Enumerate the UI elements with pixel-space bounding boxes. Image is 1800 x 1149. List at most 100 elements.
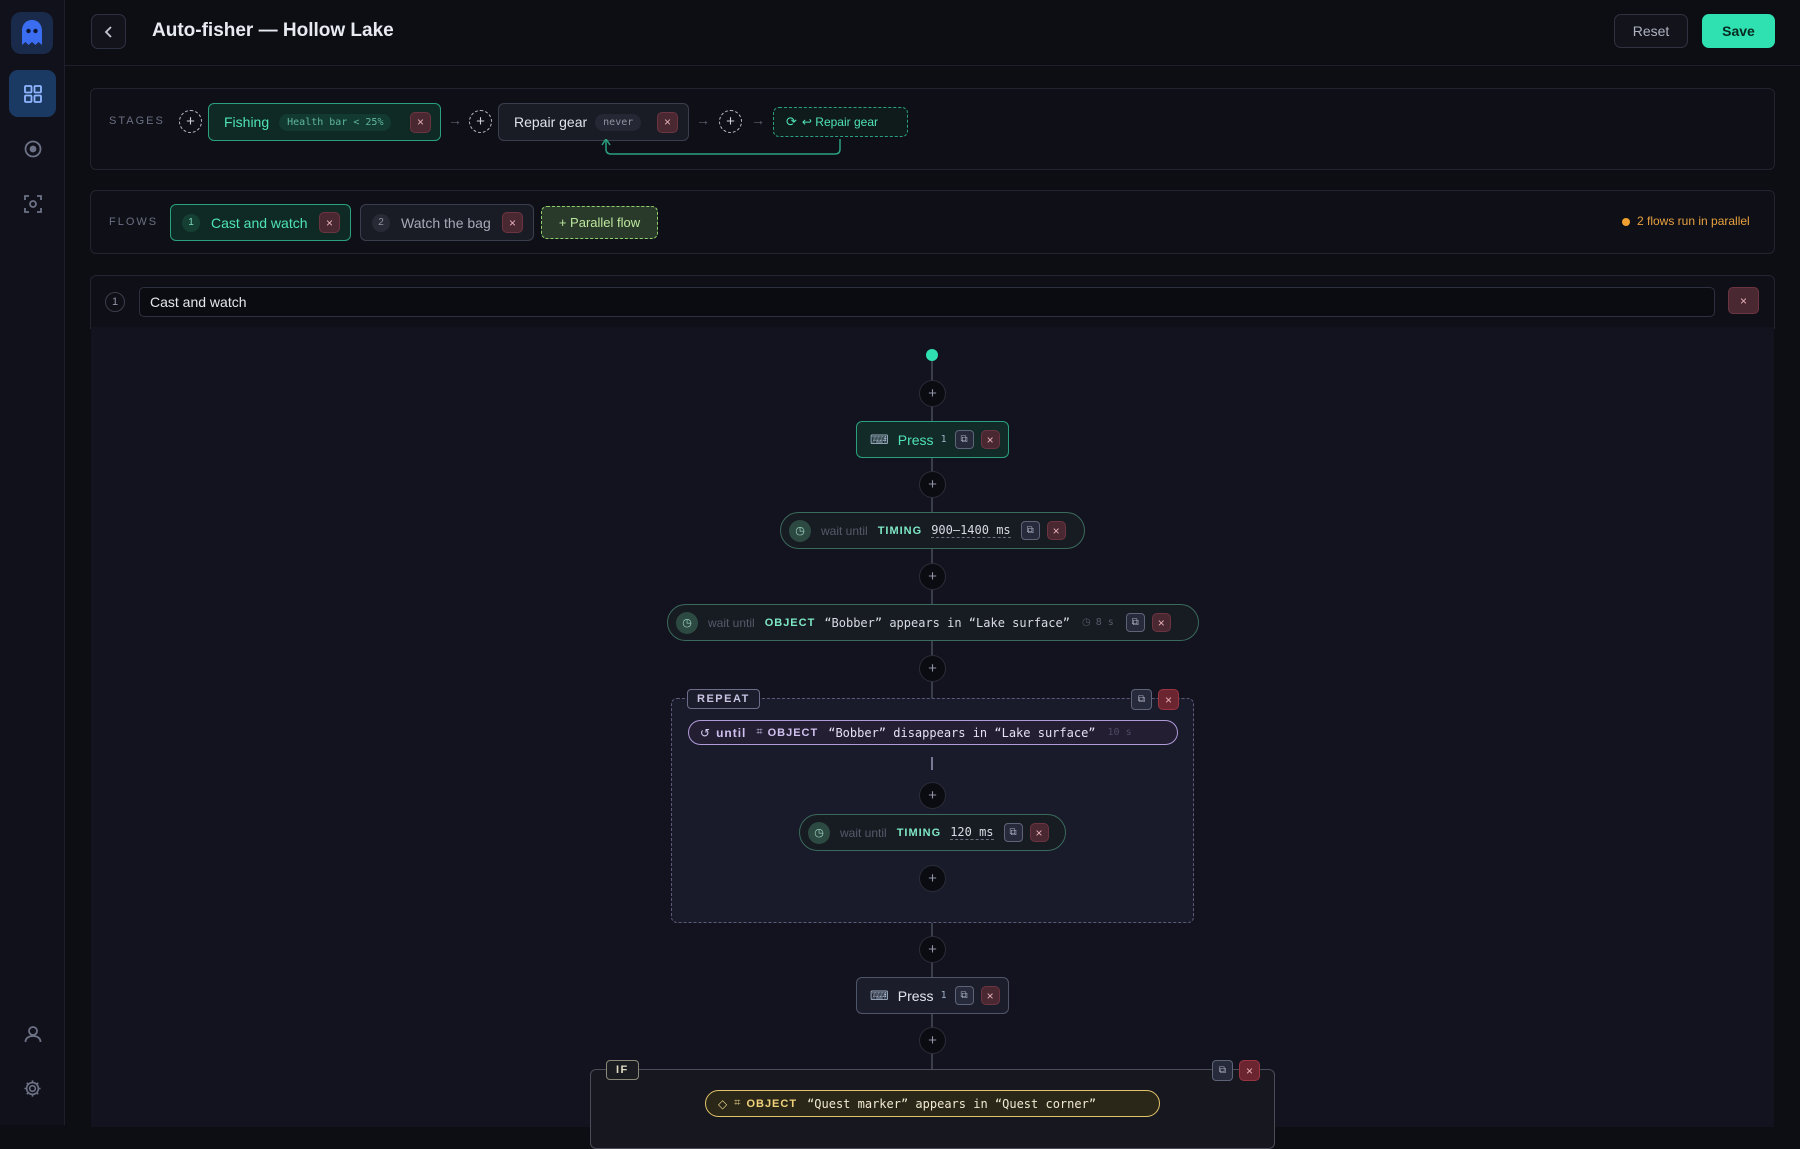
- object-condition-text: “Bobber” disappears in “Lake surface”: [828, 725, 1096, 740]
- top-header: Auto-fisher — Hollow Lake Reset Save: [65, 0, 1800, 66]
- remove-block-button[interactable]: ×: [1158, 689, 1179, 710]
- repeat-label: REPEAT: [687, 689, 760, 709]
- flow-index-badge: 2: [372, 213, 390, 232]
- press-count: 1: [940, 434, 947, 445]
- timeout-value: 10 s: [1107, 727, 1132, 738]
- remove-step-button[interactable]: ×: [980, 986, 1000, 1005]
- timing-value[interactable]: 120 ms: [950, 825, 994, 840]
- insert-step-button[interactable]: +: [919, 655, 946, 682]
- duplicate-icon[interactable]: ⧉: [1003, 823, 1023, 842]
- until-keyword: until: [716, 725, 747, 740]
- scan-frame-icon: ⌗: [756, 726, 763, 738]
- wait-timing-node[interactable]: ◷ wait until TIMING 900–1400 ms ⧉ ×: [780, 512, 1085, 549]
- press-step-node[interactable]: ⌨ Press 1 ⧉ ×: [856, 421, 1009, 458]
- remove-block-button[interactable]: ×: [1239, 1060, 1260, 1081]
- stage-name: Fishing: [224, 114, 270, 130]
- parallel-status-text: 2 flows run in parallel: [1637, 214, 1750, 228]
- dashboard-grid-icon[interactable]: [9, 70, 56, 117]
- flow-index-badge: 1: [105, 292, 125, 312]
- keyboard-icon: ⌨: [870, 431, 889, 447]
- condition-kind: TIMING: [877, 524, 923, 537]
- duplicate-icon[interactable]: ⧉: [954, 986, 974, 1005]
- step-label: Press: [897, 987, 934, 1004]
- arrow-right-icon: →: [751, 112, 765, 128]
- remove-step-button[interactable]: ×: [980, 430, 1000, 449]
- chevron-left-icon: [104, 25, 112, 38]
- reset-button[interactable]: Reset: [1614, 14, 1688, 48]
- remove-step-button[interactable]: ×: [1029, 823, 1049, 842]
- flow-start-dot: [926, 349, 938, 361]
- flow-name: Watch the bag: [401, 214, 491, 231]
- flow-tab-watch-the-bag[interactable]: 2 Watch the bag ×: [360, 204, 534, 241]
- flow-name: Cast and watch: [211, 214, 308, 231]
- duplicate-icon[interactable]: ⧉: [1125, 613, 1145, 632]
- loop-connector: [601, 139, 841, 155]
- insert-step-button[interactable]: +: [919, 865, 946, 892]
- press-step-node[interactable]: ⌨ Press 1 ⧉ ×: [856, 977, 1009, 1014]
- add-stage-between-button[interactable]: +: [469, 110, 492, 133]
- condition-kind: OBJECT: [746, 1097, 798, 1110]
- user-icon[interactable]: [9, 1010, 56, 1057]
- stage-name: Repair gear: [514, 114, 588, 130]
- remove-flow-button[interactable]: ×: [502, 212, 523, 233]
- condition-kind: OBJECT: [767, 726, 819, 739]
- insert-step-button[interactable]: +: [919, 1027, 946, 1054]
- duplicate-icon[interactable]: ⧉: [1131, 689, 1152, 710]
- repeat-connector-line: [931, 757, 933, 770]
- scan-frame-icon[interactable]: [9, 180, 56, 227]
- wait-object-node[interactable]: ◷ wait until OBJECT “Bobber” appears in …: [667, 604, 1199, 641]
- delete-flow-button[interactable]: ×: [1728, 287, 1759, 314]
- back-button[interactable]: [91, 14, 126, 49]
- insert-step-button[interactable]: +: [919, 380, 946, 407]
- press-count: 1: [940, 990, 947, 1001]
- stage-condition-badge: never: [595, 113, 642, 131]
- parallel-status-dot: [1622, 218, 1630, 226]
- step-label: Press: [897, 431, 934, 448]
- duplicate-icon[interactable]: ⧉: [954, 430, 974, 449]
- duplicate-icon[interactable]: ⧉: [1212, 1060, 1233, 1081]
- wait-prefix: wait until: [821, 523, 868, 538]
- condition-kind: OBJECT: [764, 616, 816, 629]
- object-condition-text: “Quest marker” appears in “Quest corner”: [807, 1096, 1097, 1111]
- duplicate-icon[interactable]: ⧉: [1020, 521, 1040, 540]
- clock-icon: ◷: [789, 519, 811, 542]
- flow-tab-cast-and-watch[interactable]: 1 Cast and watch ×: [170, 204, 351, 241]
- wait-prefix: wait until: [840, 825, 887, 840]
- stage-chip-fishing[interactable]: Fishing Health bar < 25% ×: [208, 103, 441, 141]
- flow-editor-header: 1 ×: [90, 275, 1775, 329]
- condition-kind: TIMING: [896, 826, 942, 839]
- add-parallel-flow-button[interactable]: + Parallel flow: [541, 206, 658, 239]
- stages-panel: STAGES + Fishing Health bar < 25% × → + …: [90, 88, 1775, 170]
- flows-label: FLOWS: [109, 216, 159, 228]
- insert-step-button[interactable]: +: [919, 563, 946, 590]
- object-condition-text[interactable]: “Bobber” appears in “Lake surface”: [824, 616, 1070, 630]
- gear-icon[interactable]: [9, 1065, 56, 1112]
- stage-chip-repair-gear[interactable]: Repair gear never ×: [498, 103, 689, 141]
- insert-step-button[interactable]: +: [919, 936, 946, 963]
- remove-flow-button[interactable]: ×: [319, 212, 340, 233]
- insert-step-button[interactable]: +: [919, 782, 946, 809]
- add-stage-before-button[interactable]: +: [179, 110, 202, 133]
- remove-stage-button[interactable]: ×: [657, 111, 678, 133]
- remove-stage-button[interactable]: ×: [410, 111, 431, 133]
- stage-condition-badge: Health bar < 25%: [279, 113, 392, 131]
- stage-loop-chip[interactable]: ⟳ ↩ Repair gear: [773, 107, 908, 137]
- target-circle-icon[interactable]: [9, 125, 56, 172]
- arrow-right-icon: →: [448, 112, 462, 128]
- stages-label: STAGES: [109, 115, 165, 127]
- remove-step-button[interactable]: ×: [1046, 521, 1066, 540]
- if-condition[interactable]: ◇ ⌗ OBJECT “Quest marker” appears in “Qu…: [705, 1090, 1160, 1117]
- flow-name-input[interactable]: [139, 287, 1715, 317]
- wait-timing-node[interactable]: ◷ wait until TIMING 120 ms ⧉ ×: [799, 814, 1066, 851]
- scan-frame-icon: ⌗: [734, 1097, 741, 1109]
- insert-step-button[interactable]: +: [919, 471, 946, 498]
- timeout-clock-icon: ◷: [1081, 617, 1091, 628]
- timeout-value: 8 s: [1095, 617, 1114, 628]
- timing-value[interactable]: 900–1400 ms: [931, 523, 1011, 538]
- repeat-until-condition[interactable]: ↺ until ⌗ OBJECT “Bobber” disappears in …: [688, 720, 1178, 745]
- remove-step-button[interactable]: ×: [1151, 613, 1171, 632]
- flows-panel: FLOWS 1 Cast and watch × 2 Watch the bag…: [90, 190, 1775, 254]
- save-button[interactable]: Save: [1702, 14, 1775, 48]
- flow-index-badge: 1: [182, 213, 200, 232]
- add-stage-after-button[interactable]: +: [719, 110, 742, 133]
